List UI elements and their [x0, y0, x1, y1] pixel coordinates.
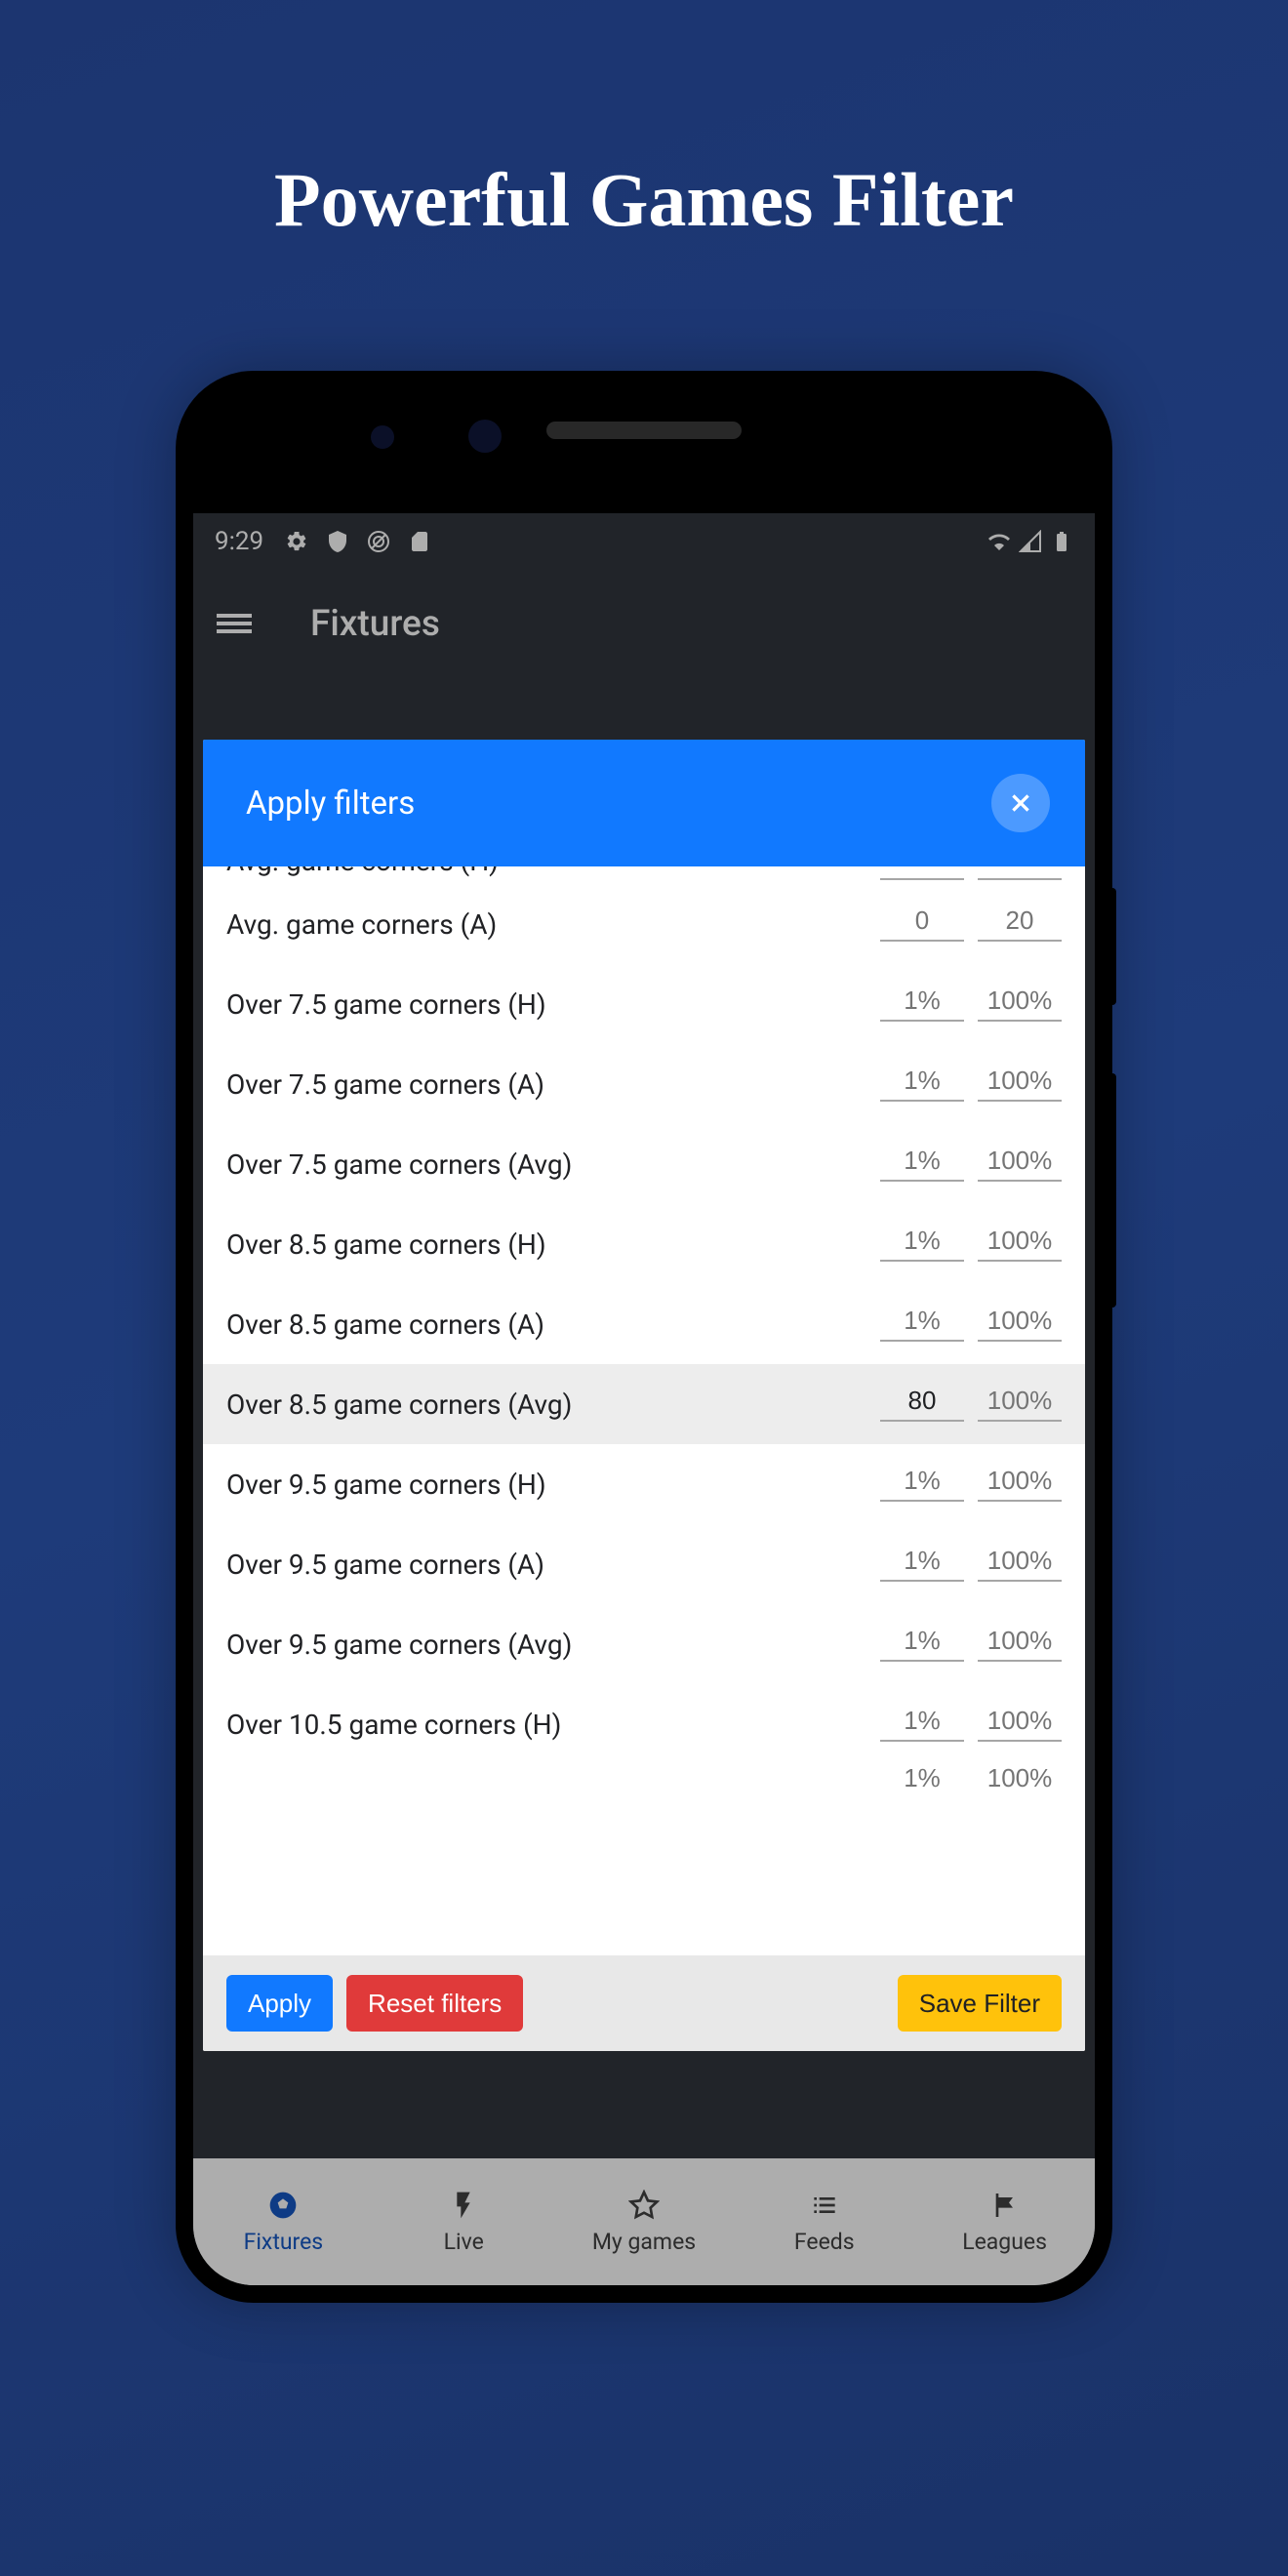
filter-label: Avg. game corners (H) [226, 866, 880, 877]
filter-row: Over 9.5 game corners (H) [203, 1444, 1085, 1524]
promo-title: Powerful Games Filter [274, 156, 1014, 244]
phone-side-button [1108, 888, 1116, 1005]
filter-row: Over 10.5 game corners (H) [203, 1684, 1085, 1764]
filter-row: Over 7.5 game corners (H) [203, 964, 1085, 1044]
filter-min-input[interactable] [880, 981, 964, 1022]
save-filter-button[interactable]: Save Filter [898, 1975, 1062, 2032]
filter-label: Avg. game corners (A) [226, 908, 880, 941]
filter-min-input[interactable] [880, 1621, 964, 1662]
filter-min-input[interactable] [880, 1764, 964, 1797]
close-icon [1008, 790, 1033, 816]
filter-row: Over 9.5 game corners (A) [203, 1524, 1085, 1604]
filter-min-input[interactable] [880, 1381, 964, 1422]
reset-button[interactable]: Reset filters [346, 1975, 523, 2032]
filter-max-input[interactable] [978, 1701, 1062, 1742]
phone-speaker [546, 422, 742, 439]
filter-row: Over 9.5 game corners (Avg) [203, 1604, 1085, 1684]
filter-min-input[interactable] [880, 1061, 964, 1102]
filter-max-input[interactable] [978, 1061, 1062, 1102]
filter-row: Over 8.5 game corners (H) [203, 1204, 1085, 1284]
filter-min-input[interactable] [880, 1461, 964, 1502]
filter-max-input[interactable] [978, 1381, 1062, 1422]
filter-row: Over 8.5 game corners (Avg) [203, 1364, 1085, 1444]
filter-label: Over 7.5 game corners (H) [226, 988, 880, 1021]
filter-max-input[interactable] [978, 981, 1062, 1022]
filter-label: Over 7.5 game corners (Avg) [226, 1148, 880, 1181]
apply-button[interactable]: Apply [226, 1975, 333, 2032]
filter-min-input[interactable] [880, 1701, 964, 1742]
app-screen: 9:29 Fixtures FixturesLiveMy gamesFeedsL… [193, 513, 1095, 2285]
filter-label: Over 7.5 game corners (A) [226, 1068, 880, 1101]
filter-list[interactable]: Avg. game corners (H) Avg. game corners (… [203, 866, 1085, 1955]
phone-frame: 9:29 Fixtures FixturesLiveMy gamesFeedsL… [176, 371, 1112, 2303]
filter-row: Over 7.5 game corners (A) [203, 1044, 1085, 1124]
filter-min-input[interactable] [880, 866, 964, 880]
filter-label: Over 9.5 game corners (A) [226, 1549, 880, 1581]
filter-label: Over 8.5 game corners (H) [226, 1228, 880, 1261]
filter-min-input[interactable] [880, 901, 964, 942]
filter-label: Over 10.5 game corners (H) [226, 1709, 880, 1741]
filter-row [203, 1764, 1085, 1797]
filter-max-input[interactable] [978, 1221, 1062, 1262]
filter-max-input[interactable] [978, 1141, 1062, 1182]
filter-max-input[interactable] [978, 1541, 1062, 1582]
dialog-title: Apply filters [246, 785, 415, 823]
filter-label: Over 8.5 game corners (A) [226, 1308, 880, 1341]
filter-label: Over 9.5 game corners (H) [226, 1469, 880, 1501]
filter-row: Avg. game corners (H) [203, 866, 1085, 884]
filter-max-input[interactable] [978, 1621, 1062, 1662]
filter-min-input[interactable] [880, 1141, 964, 1182]
filter-min-input[interactable] [880, 1221, 964, 1262]
filter-max-input[interactable] [978, 901, 1062, 942]
phone-side-button [1108, 1073, 1116, 1308]
filter-row: Over 8.5 game corners (A) [203, 1284, 1085, 1364]
filter-label: Over 8.5 game corners (Avg) [226, 1389, 880, 1421]
dialog-footer: Apply Reset filters Save Filter [203, 1955, 1085, 2051]
filter-dialog: Apply filters Avg. game corners (H)Avg. … [203, 740, 1085, 2051]
filter-row: Avg. game corners (A) [203, 884, 1085, 964]
filter-max-input[interactable] [978, 1461, 1062, 1502]
phone-camera [468, 420, 502, 453]
filter-label: Over 9.5 game corners (Avg) [226, 1629, 880, 1661]
filter-max-input[interactable] [978, 1301, 1062, 1342]
filter-min-input[interactable] [880, 1541, 964, 1582]
close-button[interactable] [991, 774, 1050, 832]
filter-min-input[interactable] [880, 1301, 964, 1342]
filter-max-input[interactable] [978, 866, 1062, 880]
phone-camera [371, 425, 394, 449]
dialog-header: Apply filters [203, 740, 1085, 866]
filter-row: Over 7.5 game corners (Avg) [203, 1124, 1085, 1204]
filter-max-input[interactable] [978, 1764, 1062, 1797]
